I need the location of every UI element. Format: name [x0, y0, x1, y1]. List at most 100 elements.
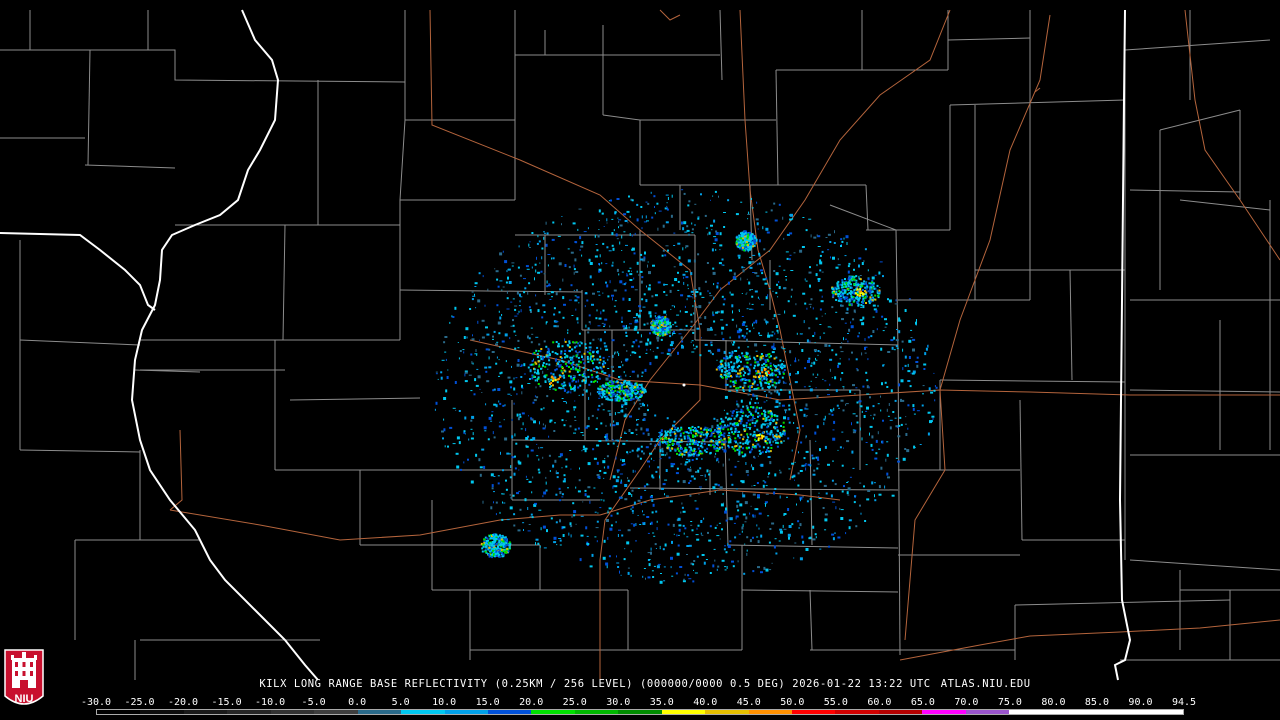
echo-pixel	[692, 331, 695, 334]
echo-pixel	[653, 460, 655, 462]
echo-pixel	[738, 309, 740, 312]
echo-pixel	[435, 401, 438, 405]
echo-pixel	[928, 387, 931, 391]
echo-pixel	[678, 437, 681, 440]
echo-pixel	[687, 204, 690, 207]
echo-pixel	[546, 232, 549, 235]
echo-pixel	[575, 486, 577, 489]
echo-pixel	[743, 381, 747, 384]
echo-pixel	[746, 536, 749, 539]
echo-pixel	[764, 481, 767, 484]
echo-pixel	[731, 342, 732, 344]
echo-pixel	[567, 487, 569, 489]
echo-pixel	[773, 270, 776, 272]
echo-pixel	[628, 195, 630, 198]
echo-pixel	[859, 504, 861, 507]
echo-pixel	[738, 452, 741, 455]
echo-pixel	[628, 380, 631, 383]
echo-pixel	[693, 453, 696, 456]
echo-pixel	[533, 351, 536, 354]
echo-pixel	[555, 368, 558, 371]
echo-pixel	[764, 503, 767, 505]
echo-pixel	[561, 398, 564, 399]
echo-pixel	[698, 493, 700, 495]
echo-pixel	[894, 399, 897, 402]
echo-pixel	[852, 384, 855, 387]
echo-pixel	[528, 282, 531, 285]
echo-pixel	[740, 201, 743, 203]
echo-pixel	[588, 258, 591, 262]
echo-pixel	[617, 476, 620, 479]
echo-pixel	[849, 476, 852, 478]
echo-pixel	[659, 547, 661, 550]
echo-pixel	[608, 381, 611, 384]
echo-pixel	[651, 216, 654, 219]
echo-pixel	[848, 298, 851, 301]
echo-pixel	[850, 321, 852, 324]
echo-pixel	[899, 416, 902, 419]
echo-pixel	[815, 317, 818, 320]
echo-pixel	[506, 297, 509, 300]
echo-pixel	[907, 370, 911, 373]
echo-pixel	[643, 501, 647, 503]
echo-pixel	[680, 511, 682, 514]
echo-pixel	[499, 316, 502, 320]
echo-pixel	[821, 315, 823, 317]
echo-pixel	[683, 532, 685, 535]
echo-pixel	[897, 435, 901, 438]
echo-pixel	[513, 377, 515, 380]
echo-pixel	[779, 495, 781, 499]
echo-pixel	[573, 510, 577, 514]
echo-pixel	[669, 289, 672, 293]
echo-pixel	[481, 392, 483, 393]
echo-pixel	[715, 248, 717, 251]
echo-pixel	[829, 358, 833, 361]
echo-pixel	[649, 442, 652, 445]
echo-pixel	[753, 424, 756, 427]
echo-pixel	[816, 395, 819, 399]
echo-pixel	[911, 372, 915, 375]
echo-pixel	[724, 395, 728, 399]
echo-pixel	[880, 395, 881, 398]
echo-pixel	[613, 420, 615, 423]
echo-pixel	[777, 331, 779, 334]
echo-pixel	[737, 386, 740, 389]
echo-pixel	[886, 408, 888, 412]
echo-pixel	[549, 470, 551, 472]
echo-pixel	[577, 228, 579, 231]
echo-pixel	[524, 287, 527, 290]
echo-pixel	[659, 580, 663, 584]
echo-pixel	[571, 348, 573, 351]
echo-pixel	[665, 469, 668, 472]
echo-pixel	[838, 290, 841, 293]
echo-pixel	[562, 526, 566, 529]
echo-pixel	[660, 324, 663, 326]
echo-pixel	[701, 296, 705, 298]
echo-pixel	[729, 540, 732, 543]
echo-pixel	[760, 571, 763, 574]
echo-pixel	[746, 239, 748, 242]
echo-pixel	[630, 354, 632, 356]
echo-pixel	[738, 436, 741, 439]
echo-pixel	[846, 491, 849, 495]
echo-pixel	[539, 421, 540, 425]
echo-pixel	[499, 511, 501, 514]
echo-pixel	[573, 346, 576, 349]
echo-pixel	[757, 439, 760, 442]
echo-pixel	[756, 397, 758, 400]
echo-pixel	[618, 496, 622, 499]
echo-pixel	[554, 388, 557, 391]
echo-pixel	[627, 567, 630, 569]
echo-pixel	[723, 350, 726, 354]
echo-pixel	[576, 368, 579, 371]
echo-pixel	[548, 363, 551, 366]
echo-pixel	[592, 338, 595, 341]
echo-pixel	[556, 378, 559, 381]
echo-pixel	[691, 222, 693, 225]
echo-pixel	[607, 387, 610, 390]
echo-pixel	[598, 388, 601, 391]
echo-pixel	[698, 305, 702, 309]
echo-pixel	[624, 220, 628, 222]
echo-pixel	[682, 273, 686, 276]
echo-pixel	[705, 433, 708, 436]
